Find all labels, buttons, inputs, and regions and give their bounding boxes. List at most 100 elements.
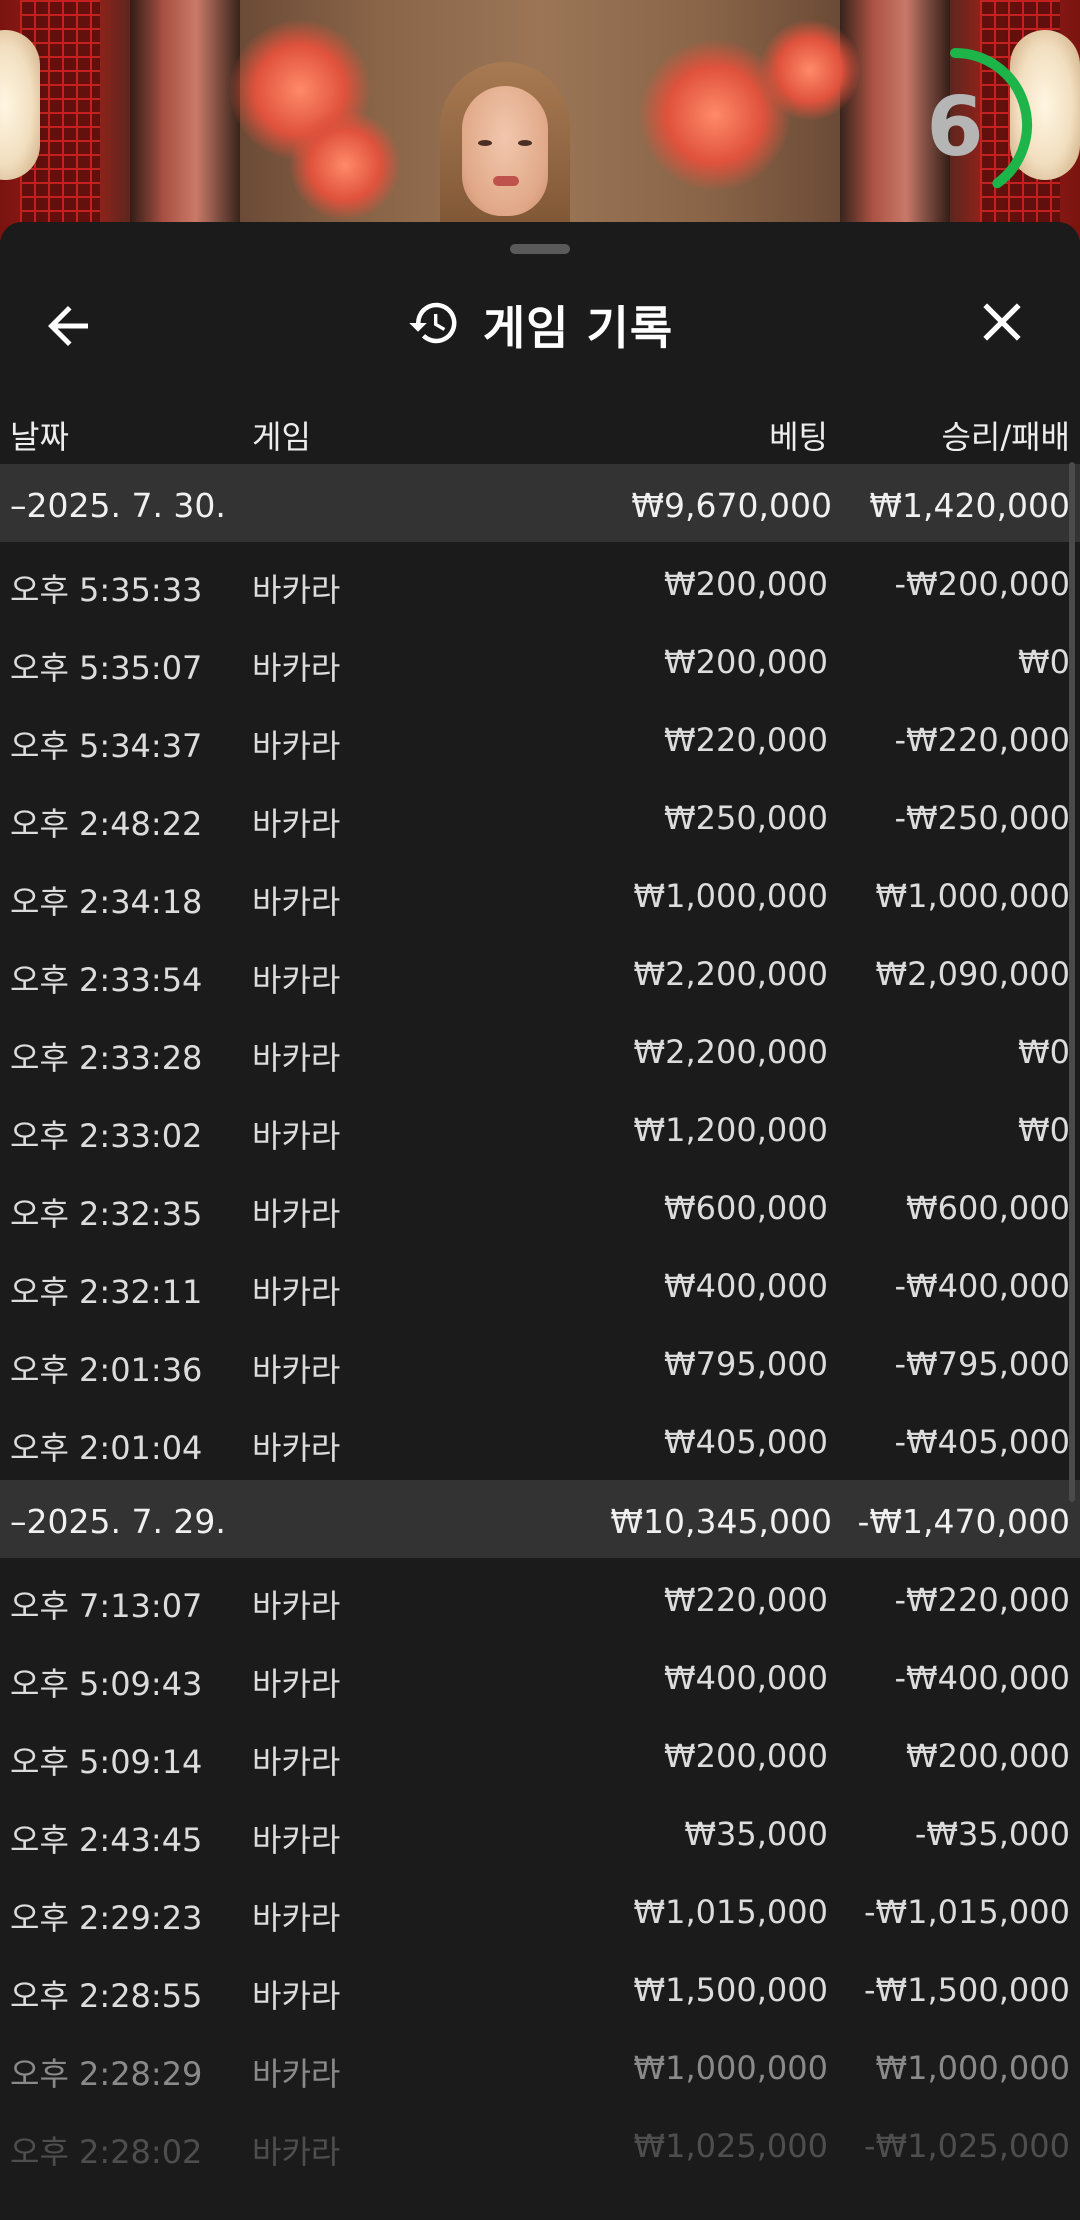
row-result: ₩600,000: [906, 1189, 1070, 1227]
column-game: 게임: [252, 418, 311, 456]
row-game: 바카라: [252, 2055, 341, 2093]
row-result: ₩2,090,000: [875, 955, 1071, 993]
row-time: 오후 2:28:02: [10, 2133, 203, 2171]
row-bet: ₩220,000: [664, 1581, 828, 1619]
date-group-header[interactable]: –2025. 7. 29. ₩10,345,000 -₩1,470,000: [0, 1480, 1080, 1558]
row-bet: ₩220,000: [664, 721, 828, 759]
row-bet: ₩1,025,000: [633, 2127, 829, 2165]
table-row[interactable]: 오후 2:32:35 바카라 ₩600,000 ₩600,000: [0, 1166, 1080, 1244]
table-row[interactable]: 오후 2:48:22 바카라 ₩250,000 -₩250,000: [0, 776, 1080, 854]
row-game: 바카라: [252, 649, 341, 687]
group-total-result: -₩1,470,000: [857, 1502, 1071, 1541]
row-time: 오후 2:33:02: [10, 1117, 203, 1155]
row-time: 오후 2:33:28: [10, 1039, 203, 1077]
row-result: -₩1,500,000: [863, 1971, 1070, 2009]
table-row[interactable]: 오후 5:34:37 바카라 ₩220,000 -₩220,000: [0, 698, 1080, 776]
row-bet: ₩600,000: [664, 1189, 828, 1227]
row-time: 오후 2:32:35: [10, 1195, 203, 1233]
row-game: 바카라: [252, 1665, 341, 1703]
row-game: 바카라: [252, 1899, 341, 1937]
table-row[interactable]: 오후 7:13:07 바카라 ₩220,000 -₩220,000: [0, 1558, 1080, 1636]
row-bet: ₩1,200,000: [633, 1111, 829, 1149]
row-result: -₩1,025,000: [863, 2127, 1070, 2165]
column-result: 승리/패배: [941, 418, 1070, 456]
row-game: 바카라: [252, 883, 341, 921]
row-bet: ₩2,200,000: [633, 955, 829, 993]
row-game: 바카라: [252, 805, 341, 843]
table-row[interactable]: 오후 2:33:28 바카라 ₩2,200,000 ₩0: [0, 1010, 1080, 1088]
row-game: 바카라: [252, 1429, 341, 1467]
row-result: -₩1,015,000: [863, 1893, 1070, 1931]
group-total-result: ₩1,420,000: [869, 486, 1070, 525]
row-time: 오후 2:01:04: [10, 1429, 203, 1467]
dealer-lips: [493, 176, 519, 186]
row-game: 바카라: [252, 1351, 341, 1389]
row-game: 바카라: [252, 571, 341, 609]
row-result: -₩400,000: [894, 1267, 1070, 1305]
dealer-eye: [478, 140, 492, 146]
row-game: 바카라: [252, 727, 341, 765]
row-result: -₩250,000: [894, 799, 1070, 837]
row-bet: ₩405,000: [664, 1423, 828, 1461]
table-row[interactable]: 오후 2:01:04 바카라 ₩405,000 -₩405,000: [0, 1400, 1080, 1478]
row-time: 오후 5:09:43: [10, 1665, 203, 1703]
row-game: 바카라: [252, 1977, 341, 2015]
row-result: ₩0: [1018, 1033, 1070, 1071]
table-row[interactable]: 오후 2:34:18 바카라 ₩1,000,000 ₩1,000,000: [0, 854, 1080, 932]
row-time: 오후 5:34:37: [10, 727, 203, 765]
row-time: 오후 2:29:23: [10, 1899, 203, 1937]
row-bet: ₩200,000: [664, 643, 828, 681]
row-bet: ₩200,000: [664, 565, 828, 603]
row-time: 오후 5:35:33: [10, 571, 203, 609]
row-result: -₩220,000: [894, 1581, 1070, 1619]
game-history-sheet: 게임 기록 날짜 게임 베팅 승리/패배 –2025. 7. 30. ₩9,67…: [0, 222, 1080, 2220]
table-row[interactable]: 오후 5:35:33 바카라 ₩200,000 -₩200,000: [0, 542, 1080, 620]
sheet-drag-handle[interactable]: [510, 244, 570, 254]
date-group-rows: 오후 7:13:07 바카라 ₩220,000 -₩220,000 오후 5:09:4…: [0, 1558, 1080, 2182]
table-row[interactable]: 오후 2:43:45 바카라 ₩35,000 -₩35,000: [0, 1792, 1080, 1870]
row-result: -₩400,000: [894, 1659, 1070, 1697]
row-time: 오후 2:32:11: [10, 1273, 203, 1311]
timer-value: 6: [926, 80, 984, 175]
row-result: -₩35,000: [914, 1815, 1070, 1853]
row-time: 오후 2:43:45: [10, 1821, 203, 1859]
history-icon: [407, 296, 461, 354]
row-game: 바카라: [252, 1587, 341, 1625]
row-result: ₩0: [1018, 643, 1070, 681]
column-date: 날짜: [10, 418, 69, 456]
table-row[interactable]: 오후 5:35:07 바카라 ₩200,000 ₩0: [0, 620, 1080, 698]
table-row[interactable]: 오후 2:01:36 바카라 ₩795,000 -₩795,000: [0, 1322, 1080, 1400]
date-group-header[interactable]: –2025. 7. 30. ₩9,670,000 ₩1,420,000: [0, 464, 1080, 542]
history-table[interactable]: –2025. 7. 30. ₩9,670,000 ₩1,420,000 오후 5…: [0, 462, 1080, 2182]
back-button[interactable]: [38, 296, 112, 356]
group-date: –2025. 7. 29.: [10, 1502, 226, 1541]
page-title: 게임 기록: [482, 301, 674, 355]
table-row[interactable]: 오후 2:28:02 바카라 ₩1,025,000 -₩1,025,000: [0, 2104, 1080, 2182]
table-row[interactable]: 오후 2:32:11 바카라 ₩400,000 -₩400,000: [0, 1244, 1080, 1322]
row-result: ₩200,000: [906, 1737, 1070, 1775]
close-button[interactable]: [970, 290, 1040, 360]
row-time: 오후 2:34:18: [10, 883, 203, 921]
table-row[interactable]: 오후 2:33:54 바카라 ₩2,200,000 ₩2,090,000: [0, 932, 1080, 1010]
row-result: -₩200,000: [894, 565, 1070, 603]
decor-panel-left: [130, 0, 240, 240]
table-row[interactable]: 오후 5:09:14 바카라 ₩200,000 ₩200,000: [0, 1714, 1080, 1792]
group-date: –2025. 7. 30.: [10, 486, 226, 525]
row-game: 바카라: [252, 961, 341, 999]
table-row[interactable]: 오후 2:29:23 바카라 ₩1,015,000 -₩1,015,000: [0, 1870, 1080, 1948]
row-result: -₩220,000: [894, 721, 1070, 759]
live-video-background: 6: [0, 0, 1080, 240]
row-bet: ₩1,015,000: [633, 1893, 829, 1931]
table-row[interactable]: 오후 2:28:55 바카라 ₩1,500,000 -₩1,500,000: [0, 1948, 1080, 2026]
row-bet: ₩200,000: [664, 1737, 828, 1775]
row-time: 오후 2:33:54: [10, 961, 203, 999]
table-row[interactable]: 오후 2:33:02 바카라 ₩1,200,000 ₩0: [0, 1088, 1080, 1166]
table-row[interactable]: 오후 2:28:29 바카라 ₩1,000,000 ₩1,000,000: [0, 2026, 1080, 2104]
scrollbar[interactable]: [1069, 462, 1075, 1502]
row-bet: ₩2,200,000: [633, 1033, 829, 1071]
sheet-title: 게임 기록: [0, 270, 1080, 380]
table-row[interactable]: 오후 5:09:43 바카라 ₩400,000 -₩400,000: [0, 1636, 1080, 1714]
row-time: 오후 5:09:14: [10, 1743, 203, 1781]
row-bet: ₩1,000,000: [633, 2049, 829, 2087]
row-bet: ₩400,000: [664, 1267, 828, 1305]
